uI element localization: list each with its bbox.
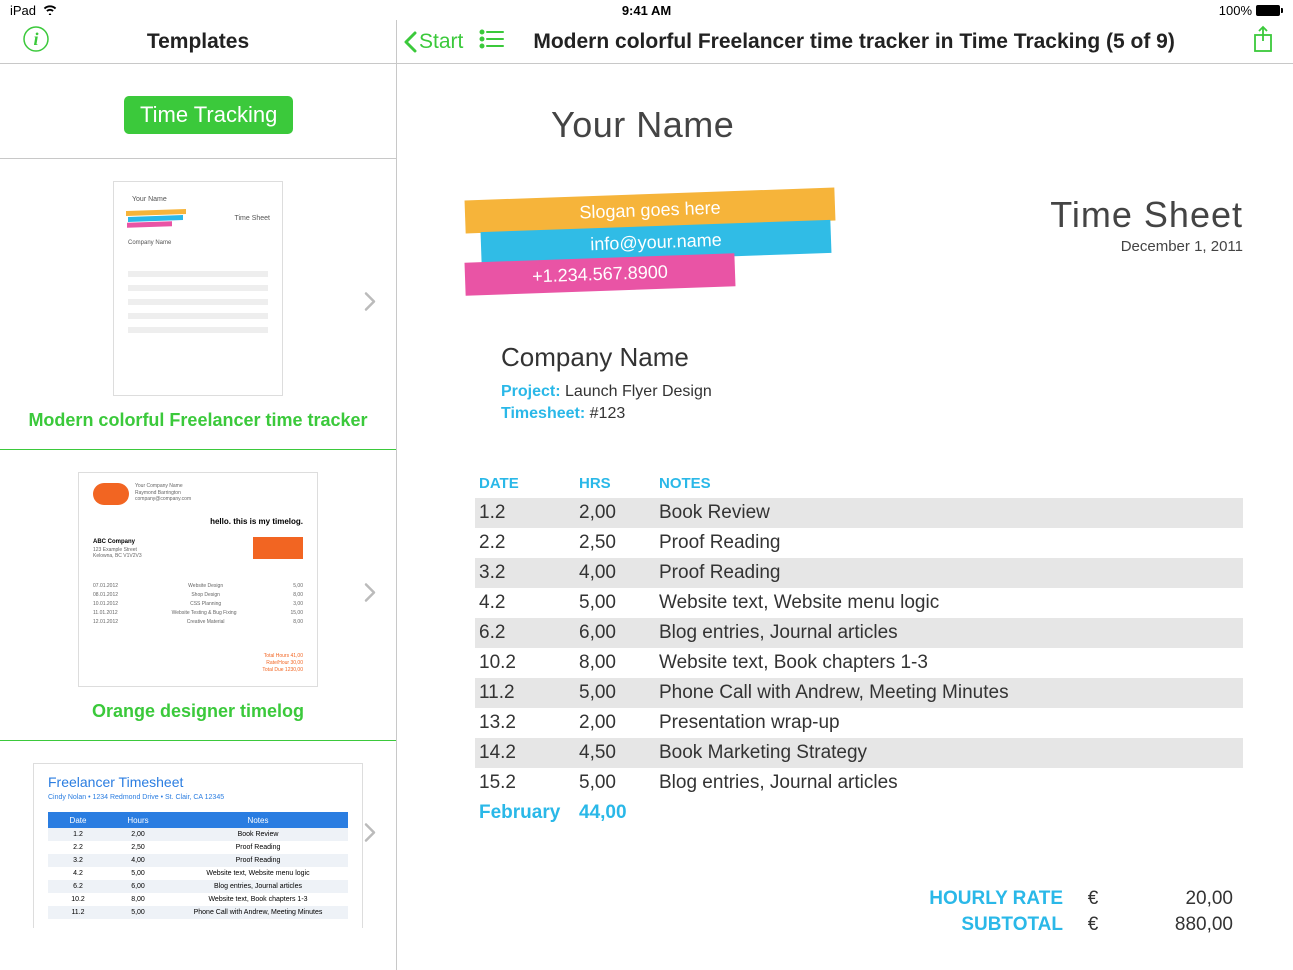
back-label: Start (419, 30, 463, 54)
table-row: 1.22,00Book Review (475, 498, 1243, 528)
timesheet-table: DATE HRS NOTES 1.22,00Book Review2.22,50… (475, 475, 1243, 828)
chevron-right-icon (364, 822, 376, 847)
chevron-right-icon (364, 583, 376, 608)
project-label: Project: (501, 383, 561, 400)
info-button[interactable]: i (22, 25, 50, 58)
wifi-icon (42, 3, 58, 18)
category-badge[interactable]: Time Tracking (124, 96, 293, 134)
company-name: Company Name (501, 342, 1243, 373)
table-row: 15.25,00Blog entries, Journal articles (475, 768, 1243, 798)
header-hrs: HRS (579, 475, 659, 492)
template-item-freelancer-timesheet[interactable]: Freelancer Timesheet Cindy Nolan • 1234 … (0, 741, 396, 928)
template-label: Orange designer timelog (14, 701, 382, 722)
share-button[interactable] (1251, 25, 1275, 58)
sidebar-title: Templates (147, 30, 249, 54)
header-date: DATE (479, 475, 579, 492)
table-row: 14.24,50Book Marketing Strategy (475, 738, 1243, 768)
status-time: 9:41 AM (622, 3, 671, 18)
svg-text:i: i (33, 29, 38, 49)
templates-sidebar[interactable]: Time Tracking Your Name Time Sheet Compa… (0, 64, 397, 970)
table-row: 13.22,00Presentation wrap-up (475, 708, 1243, 738)
back-button[interactable]: Start (403, 30, 463, 54)
table-row: 3.24,00Proof Reading (475, 558, 1243, 588)
template-label: Modern colorful Freelancer time tracker (14, 410, 382, 431)
project-value: Launch Flyer Design (565, 383, 712, 400)
status-bar: iPad 9:41 AM 100% (0, 0, 1293, 20)
your-name-heading: Your Name (551, 104, 1243, 146)
timesheet-date: December 1, 2011 (1050, 238, 1243, 255)
timesheet-title: Time Sheet (1050, 194, 1243, 236)
nav-bar: i Templates Start Modern colorful Freela… (0, 20, 1293, 64)
slogan-bars: Slogan goes here info@your.name +1.234.5… (475, 194, 865, 294)
table-row: 4.25,00Website text, Website menu logic (475, 588, 1243, 618)
timesheet-number: #123 (590, 405, 626, 422)
table-row: 11.25,00Phone Call with Andrew, Meeting … (475, 678, 1243, 708)
table-row: 2.22,50Proof Reading (475, 528, 1243, 558)
document-title: Modern colorful Freelancer time tracker … (533, 30, 1174, 54)
template-item-modern-colorful[interactable]: Your Name Time Sheet Company Name Modern… (0, 159, 396, 450)
document-preview[interactable]: Your Name Slogan goes here info@your.nam… (397, 64, 1293, 970)
table-row: 6.26,00Blog entries, Journal articles (475, 618, 1243, 648)
chevron-right-icon (364, 292, 376, 317)
template-item-orange-timelog[interactable]: Your Company Name Raymond Barrington com… (0, 450, 396, 741)
timesheet-label: Timesheet: (501, 405, 585, 422)
device-label: iPad (10, 3, 36, 18)
table-row: 10.28,00Website text, Book chapters 1-3 (475, 648, 1243, 678)
hourly-rate-row: HOURLY RATE € 20,00 (475, 888, 1243, 910)
battery-percent: 100% (1219, 3, 1252, 18)
template-thumbnail: Freelancer Timesheet Cindy Nolan • 1234 … (33, 763, 363, 928)
template-thumbnail: Your Name Time Sheet Company Name (113, 181, 283, 396)
table-total-row: February 44,00 (475, 798, 1243, 828)
battery-icon (1256, 5, 1283, 16)
template-thumbnail: Your Company Name Raymond Barrington com… (78, 472, 318, 687)
subtotal-row: SUBTOTAL € 880,00 (475, 914, 1243, 936)
header-notes: NOTES (659, 475, 1239, 492)
list-icon[interactable] (479, 28, 505, 55)
